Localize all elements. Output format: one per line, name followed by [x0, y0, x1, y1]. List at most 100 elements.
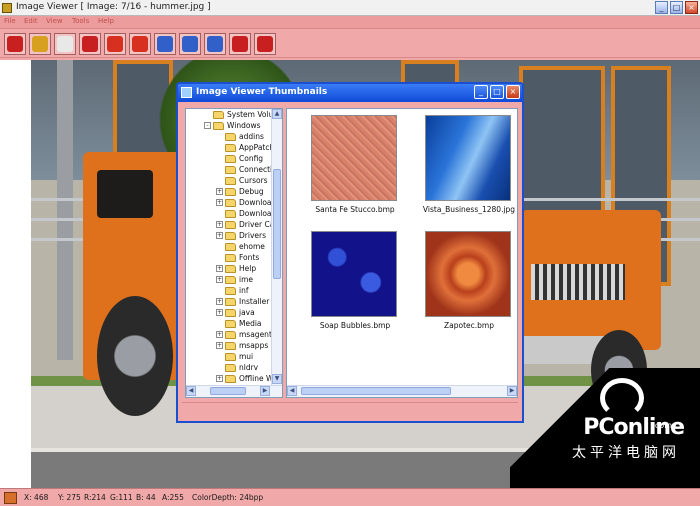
open-folder-button[interactable]: [4, 33, 26, 55]
thumbnail-item[interactable]: Santa Fe Stucco.bmp: [305, 115, 405, 219]
tree-item[interactable]: + msapps: [216, 340, 268, 351]
thumbnail-item[interactable]: Soap Bubbles.bmp: [305, 231, 405, 335]
stop-button[interactable]: [254, 33, 276, 55]
menu-tools[interactable]: Tools: [72, 17, 89, 25]
minimize-button[interactable]: _: [655, 1, 668, 14]
expand-icon[interactable]: +: [216, 342, 223, 349]
dialog-titlebar[interactable]: Image Viewer Thumbnails _ □ ×: [178, 84, 522, 102]
tree-hscroll-thumb[interactable]: [210, 387, 246, 395]
tree-item[interactable]: Media: [216, 318, 262, 329]
thumbnail-grid[interactable]: ◀ ▶ Santa Fe Stucco.bmp Vista_Business_12…: [286, 108, 518, 398]
tree-item-label: Cursors: [239, 176, 268, 185]
close-button[interactable]: ×: [685, 1, 698, 14]
thumbnail-item[interactable]: Vista_Business_1280.jpg: [419, 115, 517, 219]
thumbnails-hscroll-thumb[interactable]: [301, 387, 451, 395]
zoom-fit-button[interactable]: [204, 33, 226, 55]
tree-item[interactable]: ehome: [216, 241, 265, 252]
expand-icon[interactable]: +: [216, 188, 223, 195]
tree-item[interactable]: + Help: [216, 263, 256, 274]
tree-item[interactable]: AppPatch: [216, 142, 272, 153]
menu-edit[interactable]: Edit: [24, 17, 38, 25]
thumbnail-item[interactable]: Zapotec.bmp: [419, 231, 517, 335]
thumbnails-button[interactable]: [79, 33, 101, 55]
thumbnail-image[interactable]: [311, 115, 397, 201]
dialog-minimize-button[interactable]: _: [474, 85, 488, 99]
tree-item[interactable]: + Offline W: [216, 373, 272, 384]
tree-item[interactable]: + java: [216, 307, 255, 318]
tree-item-label: Downloads: [239, 198, 272, 207]
dialog-icon: [181, 87, 192, 98]
save-button[interactable]: [29, 33, 51, 55]
status-color-depth: ColorDepth: 24bpp: [192, 493, 264, 502]
zoom-in-button[interactable]: [154, 33, 176, 55]
scroll-down-arrow-icon[interactable]: ▼: [272, 374, 282, 384]
tree-item[interactable]: + Installer: [216, 296, 269, 307]
tree-item[interactable]: + Driver Ca: [216, 219, 272, 230]
collapse-icon[interactable]: -: [204, 122, 211, 129]
expand-icon[interactable]: +: [216, 309, 223, 316]
tree-item[interactable]: inf: [216, 285, 248, 296]
tree-item[interactable]: + ime: [216, 274, 253, 285]
expand-icon[interactable]: +: [216, 276, 223, 283]
scroll-right-arrow-icon[interactable]: ▶: [507, 386, 517, 396]
folder-icon: [225, 352, 236, 361]
tree-item[interactable]: System Volum: [204, 109, 272, 120]
hummer-grille: [531, 264, 625, 300]
scroll-left-arrow-icon[interactable]: ◀: [287, 386, 297, 396]
menu-file[interactable]: File: [4, 17, 16, 25]
menu-view[interactable]: View: [46, 17, 63, 25]
tree-item[interactable]: nldrv: [216, 362, 258, 373]
zoom-in-icon: [157, 36, 173, 52]
tree-item[interactable]: mui: [216, 351, 253, 362]
tree-item[interactable]: Fonts: [216, 252, 259, 263]
folder-icon: [225, 176, 236, 185]
scroll-left-arrow-icon[interactable]: ◀: [186, 386, 196, 396]
folder-tree[interactable]: System Volum - Windows addins AppPatch Config…: [185, 108, 283, 398]
tree-item[interactable]: Config: [216, 153, 263, 164]
print-button[interactable]: [54, 33, 76, 55]
expand-icon[interactable]: +: [216, 375, 223, 382]
expand-icon[interactable]: +: [216, 331, 223, 338]
maximize-button[interactable]: □: [670, 1, 683, 14]
scroll-up-arrow-icon[interactable]: ▲: [272, 109, 282, 119]
tree-vertical-scrollbar[interactable]: ▲ ▼: [271, 109, 282, 385]
tree-item-label: System Volum: [227, 110, 272, 119]
tree-item[interactable]: Connectio: [216, 164, 272, 175]
dialog-maximize-button[interactable]: □: [490, 85, 504, 99]
thumbnail-label: Santa Fe Stucco.bmp: [315, 205, 395, 214]
zoom-out-button[interactable]: [179, 33, 201, 55]
thumbnail-image[interactable]: [425, 231, 511, 317]
thumbnails-horizontal-scrollbar[interactable]: ◀ ▶: [287, 385, 517, 397]
expand-icon[interactable]: +: [216, 232, 223, 239]
expand-icon[interactable]: +: [216, 221, 223, 228]
folder-icon: [225, 363, 236, 372]
dialog-close-button[interactable]: ×: [506, 85, 520, 99]
thumbnail-image[interactable]: [425, 115, 511, 201]
tree-item[interactable]: - Windows: [204, 120, 260, 131]
tree-horizontal-scrollbar[interactable]: ◀ ▶: [186, 385, 282, 397]
tree-item[interactable]: + msagent: [216, 329, 272, 340]
app-titlebar: Image Viewer [ Image: 7/16 - hummer.jpg …: [0, 0, 700, 16]
tree-item[interactable]: + Downloads: [216, 197, 272, 208]
thumbnail-image[interactable]: [311, 231, 397, 317]
expand-icon[interactable]: +: [216, 298, 223, 305]
tree-item[interactable]: Download: [216, 208, 272, 219]
tree-item[interactable]: addins: [216, 131, 264, 142]
tree-item-label: nldrv: [239, 363, 259, 372]
grid-button[interactable]: [229, 33, 251, 55]
scroll-right-arrow-icon[interactable]: ▶: [260, 386, 270, 396]
tree-item[interactable]: Cursors: [216, 175, 268, 186]
expand-icon[interactable]: +: [216, 199, 223, 206]
tree-item[interactable]: + Drivers: [216, 230, 266, 241]
thumbnail-label: Soap Bubbles.bmp: [319, 321, 391, 330]
tree-vscroll-thumb[interactable]: [273, 169, 281, 279]
tree-item[interactable]: + Debug: [216, 186, 264, 197]
expand-icon[interactable]: +: [216, 265, 223, 272]
previous-button[interactable]: [104, 33, 126, 55]
menu-help[interactable]: Help: [98, 17, 114, 25]
next-button[interactable]: [129, 33, 151, 55]
